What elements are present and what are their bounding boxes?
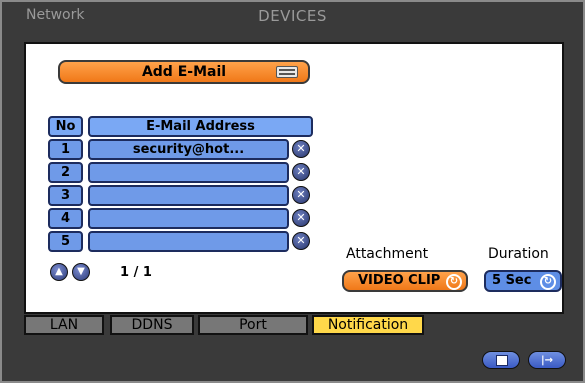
exit-icon: |→	[541, 355, 554, 366]
duration-label: Duration	[488, 246, 549, 262]
attachment-label: Attachment	[346, 246, 429, 262]
up-arrow-icon[interactable]: ▲	[50, 263, 68, 281]
devices-window: Network DEVICES Add E-Mail No E-Mail Add…	[0, 0, 585, 383]
duration-value: 5 Sec	[492, 273, 532, 288]
row-number: 1	[48, 139, 83, 160]
refresh-icon: ↻	[446, 274, 462, 290]
header-no: No	[48, 116, 83, 137]
row-number: 5	[48, 231, 83, 252]
delete-icon[interactable]: ✕	[292, 163, 310, 181]
row-number: 3	[48, 185, 83, 206]
delete-icon[interactable]: ✕	[292, 209, 310, 227]
delete-icon[interactable]: ✕	[292, 232, 310, 250]
attachment-value: VIDEO CLIP	[358, 273, 441, 288]
add-email-label: Add E-Mail	[141, 64, 227, 80]
email-field-2[interactable]	[88, 162, 289, 183]
duration-select[interactable]: 5 Sec ↻	[484, 270, 562, 292]
save-button[interactable]	[482, 351, 520, 369]
title-bar: Network DEVICES	[2, 2, 583, 28]
row-number: 4	[48, 208, 83, 229]
tab-notification[interactable]: Notification	[312, 315, 424, 335]
down-arrow-icon[interactable]: ▼	[72, 263, 90, 281]
tab-ddns[interactable]: DDNS	[110, 315, 194, 335]
tab-lan[interactable]: LAN	[24, 315, 104, 335]
email-field-5[interactable]	[88, 231, 289, 252]
tab-port[interactable]: Port	[198, 315, 308, 335]
email-field-1[interactable]: security@hot...	[88, 139, 289, 160]
attachment-select[interactable]: VIDEO CLIP ↻	[342, 270, 468, 292]
delete-icon[interactable]: ✕	[292, 186, 310, 204]
save-icon	[496, 355, 508, 366]
window-title: DEVICES	[258, 7, 327, 25]
row-number: 2	[48, 162, 83, 183]
keyboard-icon	[276, 66, 298, 78]
add-email-button[interactable]: Add E-Mail	[58, 60, 310, 84]
email-field-3[interactable]	[88, 185, 289, 206]
delete-icon[interactable]: ✕	[292, 140, 310, 158]
refresh-icon: ↻	[540, 274, 556, 290]
email-field-4[interactable]	[88, 208, 289, 229]
header-email-address: E-Mail Address	[88, 116, 313, 137]
notification-panel: Add E-Mail No E-Mail Address 1 security@…	[24, 42, 564, 314]
page-indicator: 1 / 1	[120, 265, 152, 280]
exit-button[interactable]: |→	[528, 351, 566, 369]
